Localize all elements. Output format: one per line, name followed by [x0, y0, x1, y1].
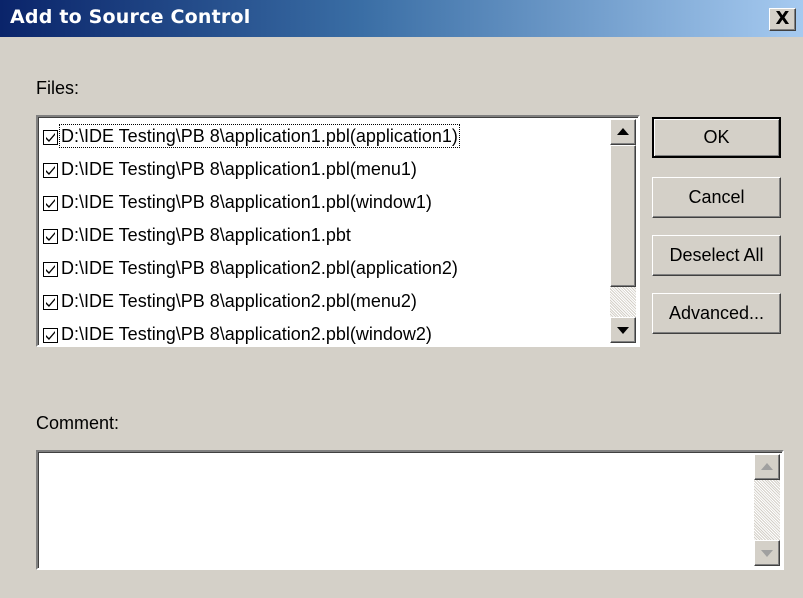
- checkmark-icon: [46, 331, 55, 340]
- arrow-down-icon: [761, 550, 773, 557]
- file-checkbox[interactable]: [43, 196, 58, 211]
- file-path: D:\IDE Testing\PB 8\application1.pbl(app…: [59, 124, 460, 148]
- file-checkbox[interactable]: [43, 163, 58, 178]
- file-checkbox[interactable]: [43, 295, 58, 310]
- checkmark-icon: [46, 166, 55, 175]
- file-path: D:\IDE Testing\PB 8\application2.pbl(men…: [61, 291, 417, 311]
- list-item[interactable]: D:\IDE Testing\PB 8\application1.pbt: [40, 221, 614, 254]
- file-path: D:\IDE Testing\PB 8\application2.pbl(win…: [61, 324, 432, 344]
- title-bar: Add to Source Control X: [0, 0, 803, 37]
- files-label: Files:: [36, 78, 80, 98]
- list-item[interactable]: D:\IDE Testing\PB 8\application2.pbl(app…: [40, 254, 614, 287]
- arrow-up-icon: [761, 463, 773, 470]
- comment-textarea[interactable]: [36, 450, 784, 570]
- list-item[interactable]: D:\IDE Testing\PB 8\application1.pbl(app…: [40, 122, 614, 155]
- file-checkbox[interactable]: [43, 130, 58, 145]
- file-checkbox[interactable]: [43, 229, 58, 244]
- checkmark-icon: [46, 265, 55, 274]
- close-icon: X: [775, 8, 790, 29]
- checkmark-icon: [46, 199, 55, 208]
- scroll-thumb[interactable]: [610, 145, 636, 287]
- add-to-source-control-dialog: Add to Source Control X Files: D:\IDE Te…: [0, 0, 803, 598]
- checkmark-icon: [46, 298, 55, 307]
- file-path: D:\IDE Testing\PB 8\application1.pbt: [61, 225, 351, 245]
- list-item[interactable]: D:\IDE Testing\PB 8\application1.pbl(men…: [40, 155, 614, 188]
- ok-button[interactable]: OK: [652, 117, 781, 158]
- dialog-title: Add to Source Control: [10, 6, 251, 28]
- files-list: D:\IDE Testing\PB 8\application1.pbl(app…: [40, 122, 614, 345]
- files-listbox[interactable]: D:\IDE Testing\PB 8\application1.pbl(app…: [36, 115, 640, 347]
- list-item[interactable]: D:\IDE Testing\PB 8\application1.pbl(win…: [40, 188, 614, 221]
- arrow-down-icon: [617, 327, 629, 334]
- comment-scroll-up-button[interactable]: [754, 454, 780, 480]
- scroll-up-button[interactable]: [610, 119, 636, 145]
- comment-label: Comment:: [36, 413, 120, 433]
- file-path: D:\IDE Testing\PB 8\application1.pbl(men…: [61, 159, 417, 179]
- deselect-all-button[interactable]: Deselect All: [652, 235, 781, 276]
- file-path: D:\IDE Testing\PB 8\application1.pbl(win…: [61, 192, 432, 212]
- checkmark-icon: [46, 232, 55, 241]
- scroll-down-button[interactable]: [610, 317, 636, 343]
- files-scrollbar[interactable]: [610, 119, 636, 343]
- checkmark-icon: [46, 133, 55, 142]
- close-button[interactable]: X: [769, 8, 796, 31]
- arrow-up-icon: [617, 128, 629, 135]
- file-checkbox[interactable]: [43, 328, 58, 343]
- comment-scroll-down-button[interactable]: [754, 540, 780, 566]
- comment-text[interactable]: [42, 456, 742, 556]
- advanced-button[interactable]: Advanced...: [652, 293, 781, 334]
- list-item[interactable]: D:\IDE Testing\PB 8\application2.pbl(win…: [40, 320, 614, 345]
- comment-scrollbar[interactable]: [754, 454, 780, 566]
- list-item[interactable]: D:\IDE Testing\PB 8\application2.pbl(men…: [40, 287, 614, 320]
- file-checkbox[interactable]: [43, 262, 58, 277]
- file-path: D:\IDE Testing\PB 8\application2.pbl(app…: [61, 258, 458, 278]
- cancel-button[interactable]: Cancel: [652, 177, 781, 218]
